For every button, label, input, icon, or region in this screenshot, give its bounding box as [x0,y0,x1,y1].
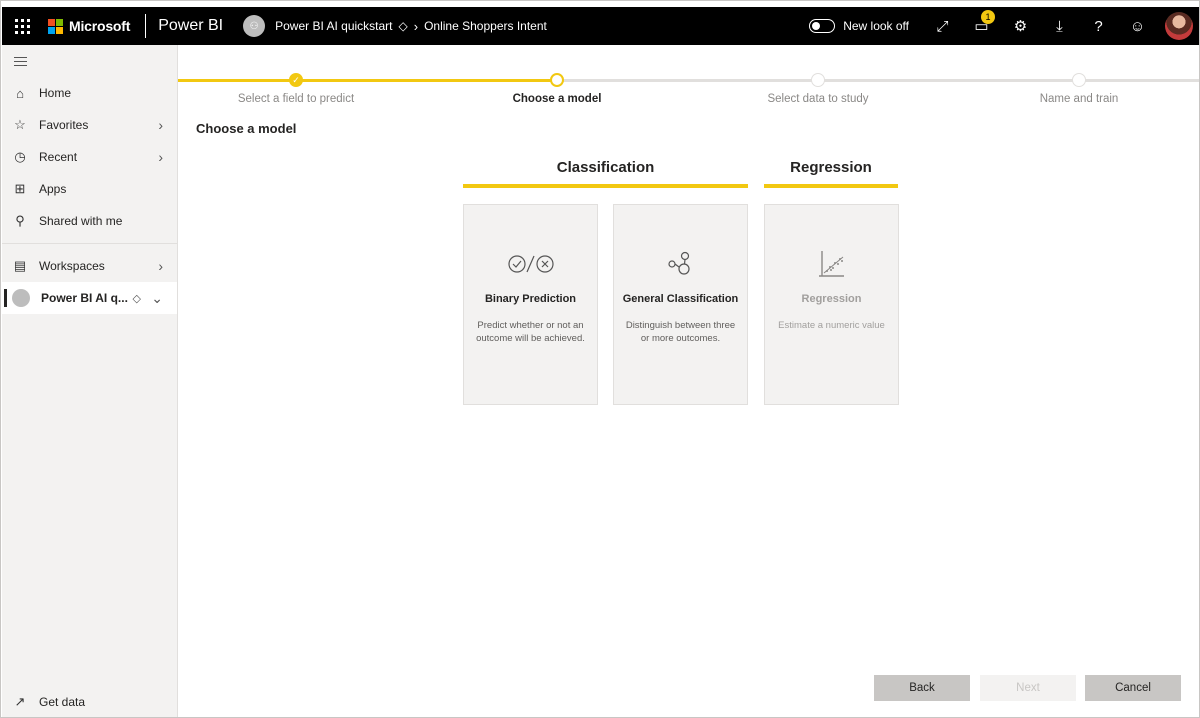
page-title: Choose a model [196,121,297,136]
breadcrumb: Power BI AI quickstart ◇ › Online Shoppe… [275,19,547,34]
check-x-icon [464,247,597,281]
step-4-label: Name and train [1039,93,1119,105]
wizard-stepper: ✓ Select a field to predict Choose a mod… [178,73,1199,113]
settings-button[interactable]: ⚙ [1001,7,1040,45]
premium-diamond-icon: ◇ [132,292,141,305]
next-button[interactable]: Next [980,675,1076,701]
card-description: Distinguish between three or more outcom… [625,320,736,344]
hamburger-button[interactable] [2,45,177,77]
waffle-icon [14,18,30,34]
sidebar: ⌂ Home ☆ Favorites › ◷ Recent › ⊞ Apps ⚲… [2,45,178,717]
microsoft-logo[interactable]: Microsoft [48,18,130,34]
help-button[interactable]: ? [1079,7,1118,45]
sidebar-item-recent[interactable]: ◷ Recent › [2,141,177,173]
sidebar-item-favorites[interactable]: ☆ Favorites › [2,109,177,141]
step-1-label: Select a field to predict [237,93,355,105]
sidebar-item-label: Favorites [39,118,89,132]
apps-icon: ⊞ [14,181,26,196]
cancel-button[interactable]: Cancel [1085,675,1181,701]
arrow-up-right-icon: ↗ [14,694,26,709]
step-2-dot [550,73,564,87]
card-title: Binary Prediction [484,293,577,305]
top-bar: Microsoft Power BI ⚇ Power BI AI quickst… [2,7,1199,45]
chevron-right-icon: › [158,149,163,165]
app-launcher-button[interactable] [4,7,40,45]
sidebar-item-label: Power BI AI q... [41,291,128,305]
regression-heading: Regression [790,159,872,176]
chevron-right-icon: › [413,18,419,34]
gear-icon: ⚙ [1013,18,1028,35]
breadcrumb-report[interactable]: Online Shoppers Intent [424,19,547,33]
classification-heading: Classification [556,159,655,176]
workspace-avatar-icon: ⚇ [243,15,266,37]
get-data-label: Get data [39,695,86,709]
scatter-plot-icon [765,247,898,281]
home-icon: ⌂ [16,85,24,101]
breadcrumb-workspace[interactable]: Power BI AI quickstart [275,19,392,33]
step-4-dot [1072,73,1086,87]
sidebar-item-home[interactable]: ⌂ Home [2,77,177,109]
hamburger-icon [14,60,27,62]
general-classification-card[interactable]: General Classification Distinguish betwe… [613,204,748,405]
shared-icon: ⚲ [15,213,25,228]
download-icon: ⤓ [1056,17,1063,35]
brand-name: Microsoft [69,18,131,34]
top-bar-actions: New look off ⤢ ▭ 1 ⚙ ⤓ ? ☺ [809,7,1199,45]
user-avatar[interactable] [1165,12,1193,40]
step-3-label: Select data to study [767,93,869,105]
clock-icon: ◷ [14,149,26,164]
workspace-avatar-icon [12,289,30,307]
card-description: Predict whether or not an outcome will b… [476,320,585,344]
card-title: Regression [801,293,862,305]
card-description: Estimate a numeric value [778,320,885,331]
sidebar-divider [2,243,177,244]
step-3-dot [811,73,825,87]
microsoft-squares-icon [48,18,63,34]
new-look-label: New look off [843,19,909,33]
smiley-icon: ☺ [1129,17,1146,35]
main-content: ✓ Select a field to predict Choose a mod… [178,45,1199,717]
sidebar-item-label: Workspaces [39,259,105,273]
classification-underline [463,184,748,188]
binary-prediction-card[interactable]: Binary Prediction Predict whether or not… [463,204,598,405]
sidebar-item-workspaces[interactable]: ▤ Workspaces › [2,250,177,282]
get-data-link[interactable]: ↗ Get data [2,686,86,717]
chevron-right-icon: › [158,258,163,274]
notification-badge: 1 [981,10,995,24]
app-window: Microsoft Power BI ⚇ Power BI AI quickst… [0,0,1200,718]
workspaces-icon: ▤ [13,258,27,273]
back-button[interactable]: Back [874,675,970,701]
sidebar-item-label: Shared with me [39,214,123,228]
nodes-icon [614,247,747,281]
sidebar-item-shared[interactable]: ⚲ Shared with me [2,205,177,237]
sidebar-item-label: Apps [39,182,67,196]
premium-diamond-icon: ◇ [398,19,408,33]
expand-icon: ⤢ [936,17,949,35]
notifications-button[interactable]: ▭ 1 [962,7,1001,45]
regression-card: Regression Estimate a numeric value [764,204,899,405]
feedback-button[interactable]: ☺ [1118,7,1157,45]
sidebar-item-apps[interactable]: ⊞ Apps [2,173,177,205]
card-title: General Classification [622,293,739,305]
step-2-label: Choose a model [512,93,602,105]
star-icon: ☆ [14,117,26,132]
sidebar-item-current-workspace[interactable]: Power BI AI q... ◇ ⌄ [2,282,177,314]
regression-underline [764,184,898,188]
sidebar-item-label: Home [39,86,72,100]
download-button[interactable]: ⤓ [1040,7,1079,45]
step-1-check-icon: ✓ [289,73,303,87]
expand-button[interactable]: ⤢ [923,7,962,45]
chevron-down-icon: ⌄ [151,289,163,306]
stepper-progress [178,79,558,82]
divider [145,14,147,38]
help-icon: ? [1094,17,1103,35]
chevron-right-icon: › [158,117,163,133]
app-name[interactable]: Power BI [158,17,223,35]
sidebar-item-label: Recent [39,150,78,164]
new-look-toggle[interactable] [809,19,836,33]
